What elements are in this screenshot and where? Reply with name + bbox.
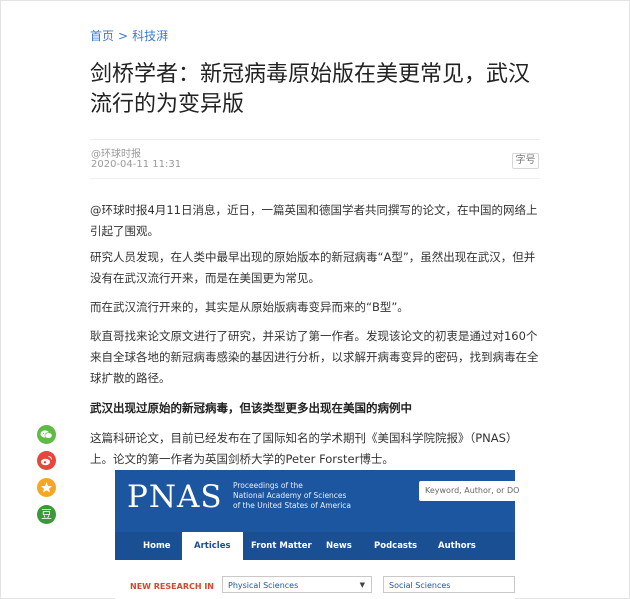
article-page: 首页 > 科技湃 剑桥学者：新冠病毒原始版在美更常见，武汉流行的为变异版 @环球时报… (0, 0, 630, 599)
pnas-nav-home: Home (143, 541, 171, 551)
article-title: 剑桥学者：新冠病毒原始版在美更常见，武汉流行的为变异版 (90, 62, 531, 117)
weibo-icon[interactable] (37, 451, 56, 470)
pnas-subtitle: Proceedings of the National Academy of S… (233, 481, 373, 511)
pnas-select-social: Social Sciences (383, 576, 515, 593)
article-paragraph: @环球时报4月11日消息，近日，一篇英国和德国学者共同撰写的论文，在中国的网络上… (90, 203, 538, 238)
breadcrumb-home-link[interactable]: 首页 (90, 29, 114, 43)
breadcrumb-section-link[interactable]: 科技湃 (132, 29, 168, 43)
article-paragraph: 而在武汉流行开来的，其实是从原始版病毒变异而来的“B型”。 (90, 300, 409, 314)
pnas-nav-authors: Authors (438, 541, 476, 551)
douban-icon[interactable]: 豆 (37, 505, 56, 524)
font-size-button[interactable]: 字号 (512, 153, 539, 169)
pnas-search-input: Keyword, Author, or DOI (419, 481, 519, 501)
pnas-research-label: NEW RESEARCH IN (130, 582, 214, 591)
pnas-subtitle-line: National Academy of Sciences (233, 491, 347, 500)
pnas-header: PNAS Proceedings of the National Academy… (115, 470, 519, 532)
article-paragraph: 耿直哥找来论文原文进行了研究，并采访了第一作者。发现该论文的初衷是通过对160个… (90, 329, 539, 385)
divider (90, 178, 540, 179)
pnas-nav-articles: Articles (182, 532, 243, 560)
article-subheading: 武汉出现过原始的新冠病毒，但该类型更多出现在美国的病例中 (90, 401, 412, 415)
pnas-nav-podcasts: Podcasts (374, 541, 418, 551)
breadcrumb: 首页 > 科技湃 (90, 27, 168, 44)
article-paragraph: 研究人员发现，在人类中最早出现的原始版本的新冠病毒“A型”，虽然出现在武汉，但并… (90, 250, 536, 285)
pnas-select-physical: Physical Sciences ▼ (222, 576, 372, 593)
douban-label: 豆 (41, 508, 52, 521)
article-paragraph: 这篇科研论文，目前已经发布在了国际知名的学术期刊《美国科学院院报》（PNAS）上… (90, 431, 518, 466)
pnas-nav-front-matter: Front Matter (251, 541, 312, 551)
pnas-nav: Home Articles Front Matter News Podcasts… (115, 532, 515, 560)
pnas-subtitle-line: of the United States of America (233, 501, 352, 510)
article-source[interactable]: @环球时报 (91, 145, 141, 160)
article-date: 2020-04-11 11:31 (91, 159, 182, 170)
pnas-subtitle-line: Proceedings of the (233, 481, 303, 490)
qzone-icon[interactable] (37, 478, 56, 497)
breadcrumb-separator: > (118, 29, 129, 43)
wechat-icon[interactable] (37, 425, 56, 444)
divider (90, 139, 540, 140)
pnas-nav-news: News (326, 541, 352, 551)
pnas-select-value: Physical Sciences (228, 581, 299, 590)
pnas-logo: PNAS (127, 479, 223, 515)
chevron-down-icon: ▼ (359, 581, 365, 589)
pnas-select-value: Social Sciences (389, 581, 451, 590)
pnas-website-image: PNAS Proceedings of the National Academy… (115, 470, 519, 599)
